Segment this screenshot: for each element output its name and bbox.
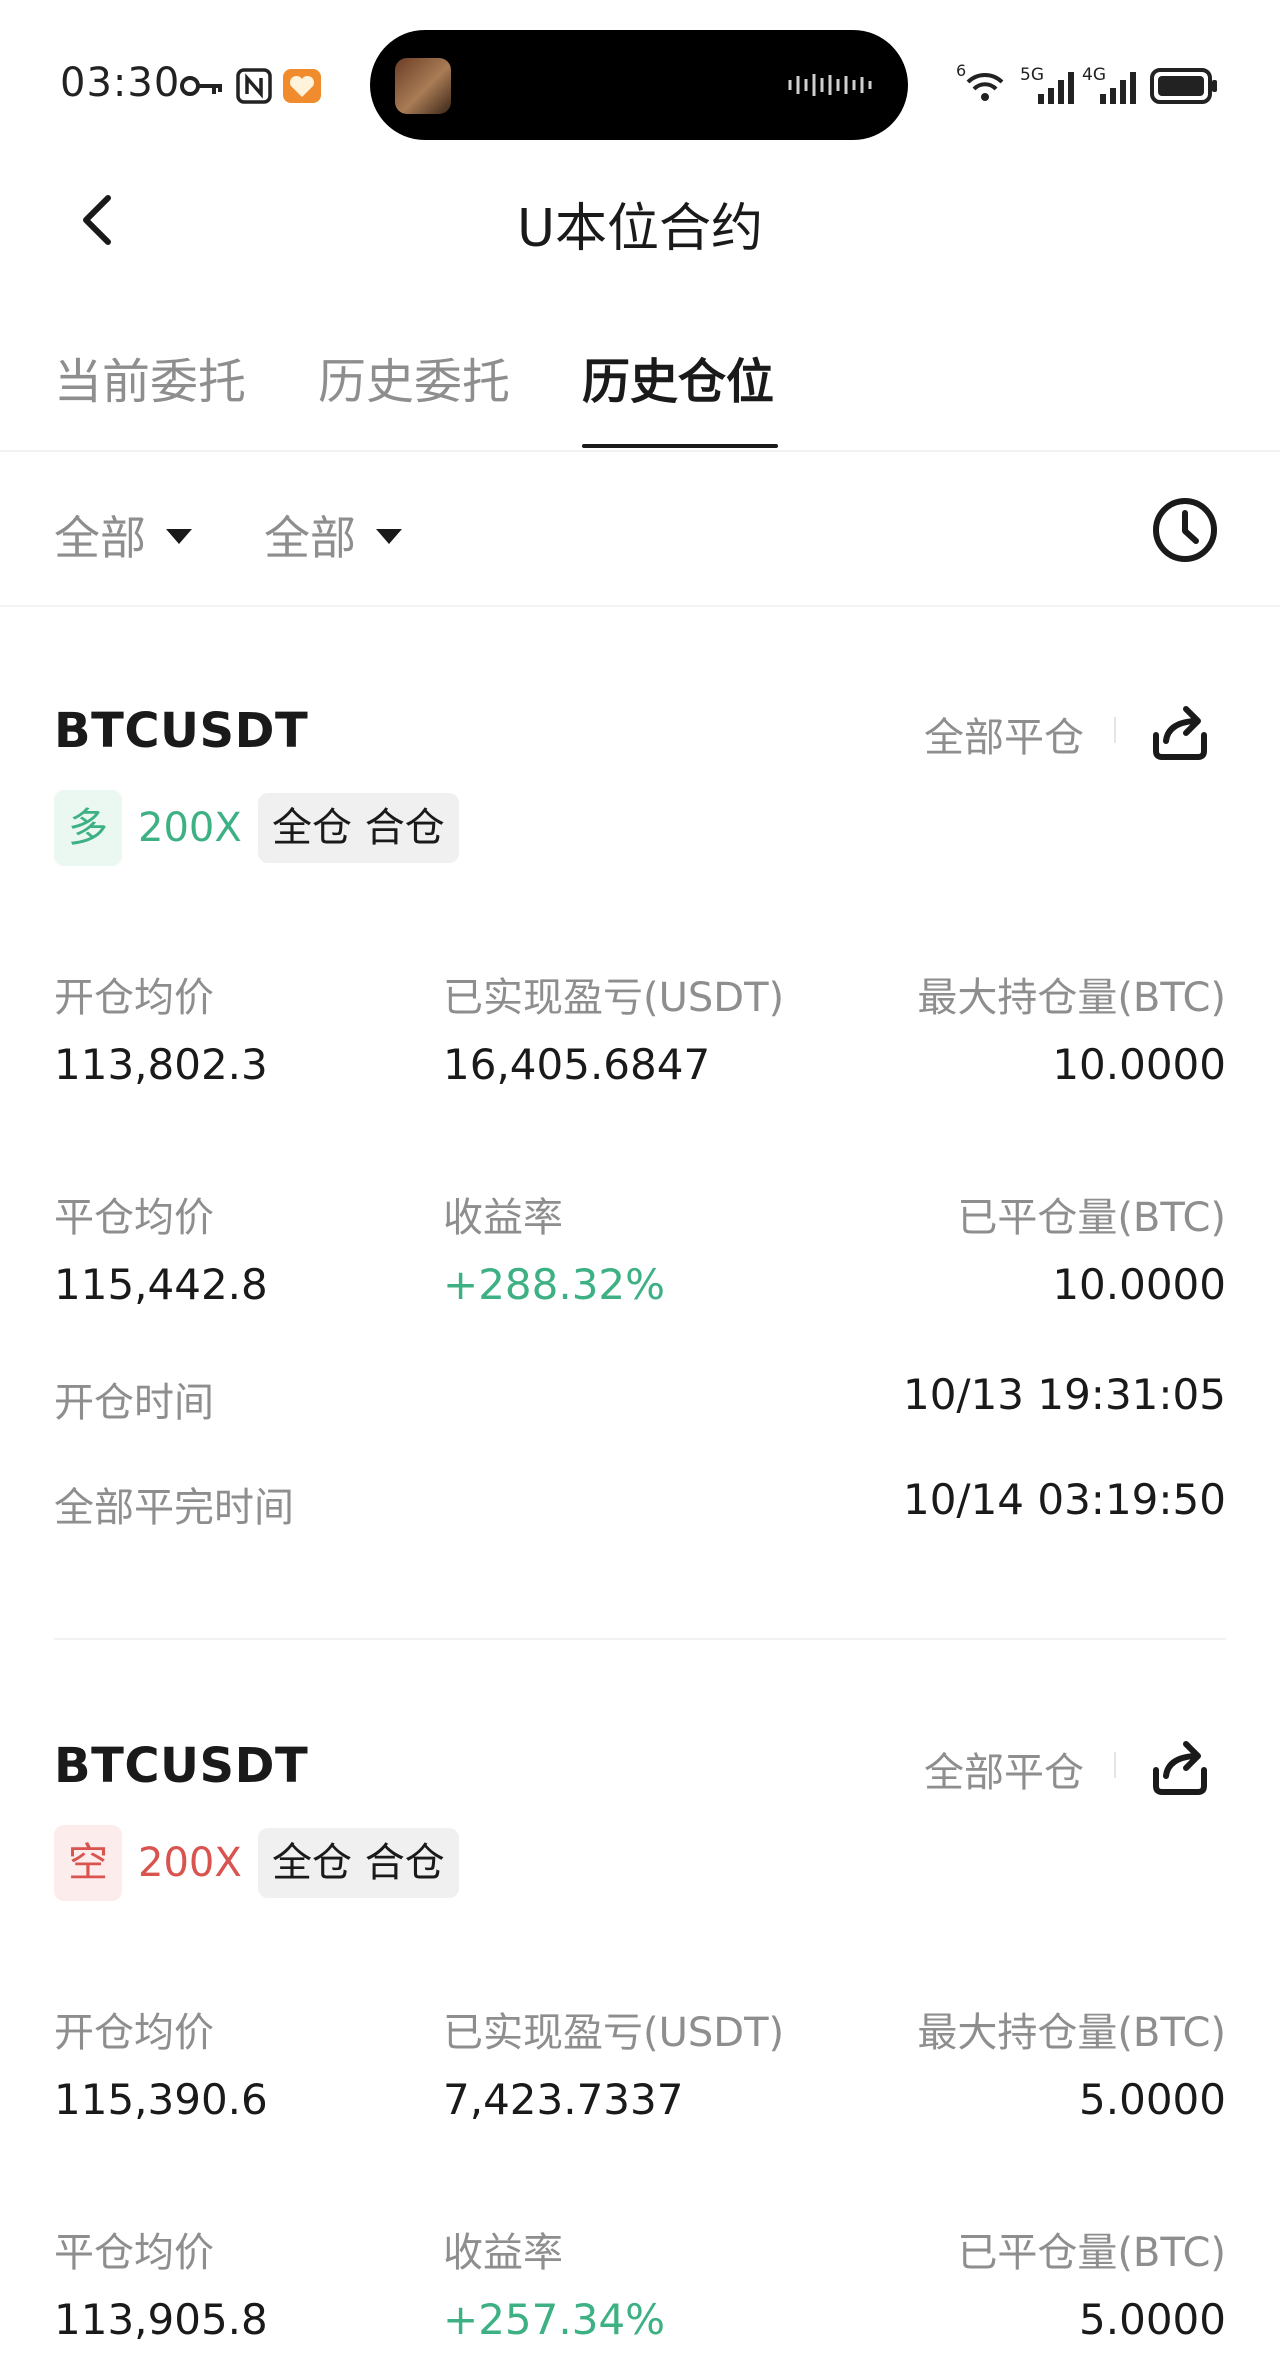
position-card: BTCUSDT 全部平仓 多 200X 全仓 合仓 开仓均价 已实现盈亏(USD… bbox=[0, 605, 1280, 1640]
leverage-label: 200X bbox=[138, 805, 242, 851]
side-badge-short: 空 bbox=[54, 1825, 122, 1901]
close-time-value: 10/14 03:19:50 bbox=[902, 1475, 1226, 1524]
roi-value: +257.34% bbox=[443, 2295, 666, 2344]
share-icon[interactable] bbox=[1144, 695, 1216, 767]
dynamic-island[interactable] bbox=[370, 30, 908, 140]
closed-qty-label: 已平仓量(BTC) bbox=[957, 2230, 1226, 2276]
margin-mode-tag: 全仓 合仓 bbox=[258, 793, 459, 863]
open-avg-label: 开仓均价 bbox=[54, 2010, 214, 2056]
filter-dropdown-2-label: 全部 bbox=[264, 511, 356, 565]
max-position-label: 最大持仓量(BTC) bbox=[917, 2010, 1226, 2056]
position-symbol: BTCUSDT bbox=[54, 1738, 309, 1794]
status-bar: 03:30 6 5G 4G bbox=[0, 0, 1280, 150]
open-avg-value: 113,802.3 bbox=[54, 1040, 268, 1089]
realized-pnl-value: 7,423.7337 bbox=[443, 2075, 684, 2124]
tab-current-orders[interactable]: 当前委托 bbox=[54, 342, 246, 412]
roi-label: 收益率 bbox=[443, 2230, 563, 2276]
close-avg-value: 115,442.8 bbox=[54, 1260, 268, 1309]
position-symbol: BTCUSDT bbox=[54, 703, 309, 759]
separator bbox=[1114, 1752, 1116, 1778]
close-time-label: 全部平完时间 bbox=[54, 1485, 294, 1531]
filter-dropdown-1-label: 全部 bbox=[54, 511, 146, 565]
position-card: BTCUSDT 全部平仓 空 200X 全仓 合仓 开仓均价 已实现盈亏(USD… bbox=[0, 1640, 1280, 2380]
key-icon bbox=[180, 76, 222, 96]
closed-qty-value: 5.0000 bbox=[1079, 2295, 1226, 2344]
closed-qty-value: 10.0000 bbox=[1052, 1260, 1226, 1309]
close-all-button[interactable]: 全部平仓 bbox=[924, 705, 1084, 763]
closed-qty-label: 已平仓量(BTC) bbox=[957, 1195, 1226, 1241]
close-avg-label: 平仓均价 bbox=[54, 2230, 214, 2276]
open-time-value: 10/13 19:31:05 bbox=[902, 1370, 1226, 1419]
svg-text:5G: 5G bbox=[1020, 65, 1044, 85]
open-avg-value: 115,390.6 bbox=[54, 2075, 268, 2124]
caret-down-icon bbox=[376, 529, 402, 544]
margin-mode-tag: 全仓 合仓 bbox=[258, 1828, 459, 1898]
tab-position-history[interactable]: 历史仓位 bbox=[582, 342, 774, 412]
realized-pnl-value: 16,405.6847 bbox=[443, 1040, 711, 1089]
filter-dropdown-1[interactable]: 全部 bbox=[54, 502, 192, 568]
max-position-value: 5.0000 bbox=[1079, 2075, 1226, 2124]
realized-pnl-label: 已实现盈亏(USDT) bbox=[443, 2010, 785, 2056]
max-position-label: 最大持仓量(BTC) bbox=[917, 975, 1226, 1021]
roi-label: 收益率 bbox=[443, 1195, 563, 1241]
close-avg-value: 113,905.8 bbox=[54, 2295, 268, 2344]
order-tabs: 当前委托 历史委托 历史仓位 bbox=[0, 300, 1280, 452]
close-all-button[interactable]: 全部平仓 bbox=[924, 1740, 1084, 1798]
side-badge-long: 多 bbox=[54, 790, 122, 866]
svg-text:4G: 4G bbox=[1082, 65, 1106, 85]
open-avg-label: 开仓均价 bbox=[54, 975, 214, 1021]
heart-app-icon bbox=[283, 69, 321, 103]
audio-wave-icon bbox=[788, 74, 872, 96]
filter-dropdown-2[interactable]: 全部 bbox=[264, 502, 402, 568]
filter-bar: 全部 全部 bbox=[0, 450, 1280, 607]
roi-value: +288.32% bbox=[443, 1260, 666, 1309]
tab-order-history[interactable]: 历史委托 bbox=[318, 342, 510, 412]
open-time-label: 开仓时间 bbox=[54, 1380, 214, 1426]
app-header: U本位合约 bbox=[0, 150, 1280, 300]
nfc-icon bbox=[236, 68, 272, 104]
status-indicators: 6 5G 4G bbox=[956, 61, 1217, 104]
separator bbox=[1114, 717, 1116, 743]
album-art-thumbnail bbox=[395, 58, 451, 114]
caret-down-icon bbox=[166, 529, 192, 544]
wifi-icon bbox=[966, 72, 1004, 101]
page-title: U本位合约 bbox=[516, 199, 764, 259]
share-icon[interactable] bbox=[1144, 1730, 1216, 1802]
active-tab-indicator bbox=[582, 444, 778, 448]
clock-icon[interactable] bbox=[1150, 495, 1220, 565]
status-time: 03:30 bbox=[60, 60, 181, 106]
leverage-label: 200X bbox=[138, 1840, 242, 1886]
battery-icon bbox=[1150, 68, 1217, 104]
svg-text:6: 6 bbox=[956, 61, 966, 80]
max-position-value: 10.0000 bbox=[1052, 1040, 1226, 1089]
close-avg-label: 平仓均价 bbox=[54, 1195, 214, 1241]
realized-pnl-label: 已实现盈亏(USDT) bbox=[443, 975, 785, 1021]
